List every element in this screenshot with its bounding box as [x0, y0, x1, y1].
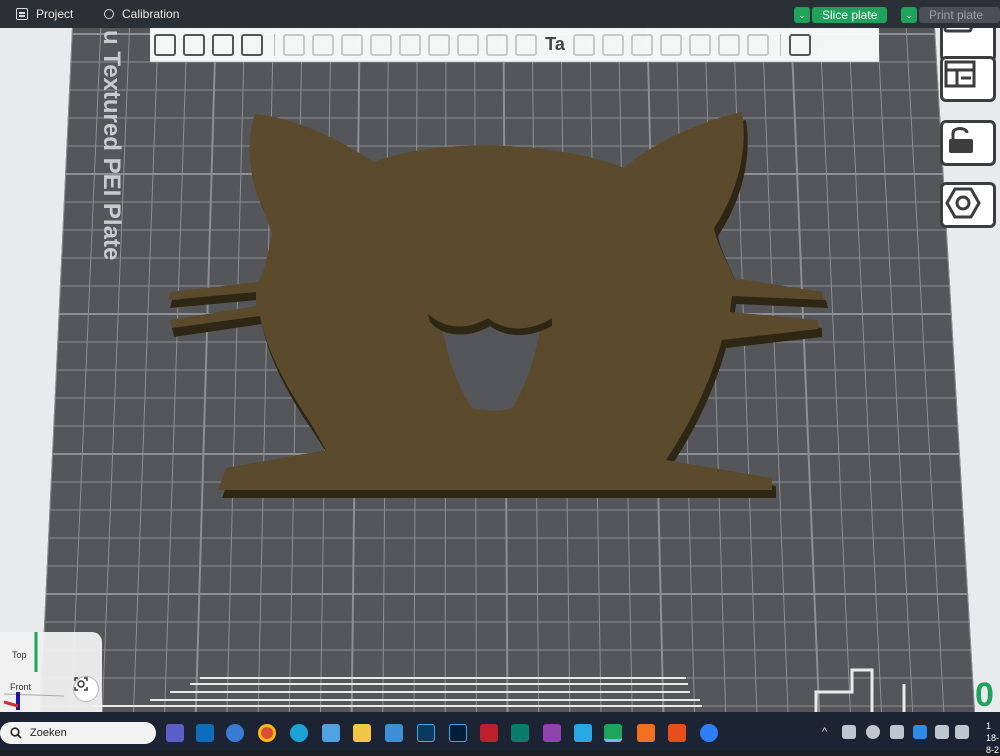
measure-icon[interactable]	[573, 33, 595, 56]
arrange-icon[interactable]	[241, 33, 263, 56]
windows-taskbar: Zoeken ^ 1 18-8-2	[0, 712, 1000, 755]
plate-label: u Textured PEI Plate	[98, 30, 125, 260]
layout-icon	[944, 60, 976, 88]
add-cube-icon[interactable]	[154, 33, 176, 56]
dropbox-icon[interactable]	[913, 725, 927, 739]
zoom-fit-icon	[74, 677, 88, 691]
lock-button[interactable]	[940, 120, 996, 166]
affinity-icon[interactable]	[543, 724, 561, 742]
layer-value: 0	[975, 676, 994, 712]
app-icon[interactable]	[700, 724, 718, 742]
brim-ears-icon[interactable]	[718, 33, 740, 56]
view-top-label: Top	[12, 650, 27, 660]
color-paint-icon[interactable]	[747, 33, 769, 56]
date-text: 18-8-2	[986, 733, 1000, 755]
split-icon[interactable]	[283, 33, 305, 56]
bambu-studio-icon[interactable]	[604, 724, 622, 742]
move-icon[interactable]	[312, 33, 334, 56]
slice-dropdown-button[interactable]: ⌄	[794, 7, 810, 23]
tab-calibration-label: Calibration	[122, 7, 180, 21]
app-icon[interactable]	[890, 725, 904, 739]
tab-project[interactable]: Project	[16, 7, 73, 21]
variable-layer-icon[interactable]	[631, 33, 653, 56]
toolbar-separator	[274, 33, 275, 56]
print-plate-button[interactable]: Print plate	[919, 7, 1000, 23]
hexagon-icon	[945, 187, 981, 219]
object-toolbar: Ta	[150, 28, 879, 62]
3d-viewport[interactable]: u Textured PEI Plate Ta Top Front 0	[0, 28, 1000, 712]
scale-icon[interactable]	[370, 33, 392, 56]
outlook-icon[interactable]	[196, 724, 214, 742]
calculator-icon[interactable]	[385, 724, 403, 742]
support-paint-icon[interactable]	[486, 33, 508, 56]
text-icon[interactable]: Ta	[544, 34, 566, 56]
assembly-icon[interactable]	[602, 33, 624, 56]
taskbar-clock[interactable]: 1 18-8-2	[986, 720, 1000, 756]
layout-button[interactable]	[940, 56, 996, 102]
emboss-icon[interactable]	[689, 33, 711, 56]
slice-plate-button[interactable]: Slice plate	[812, 7, 888, 23]
edge-icon[interactable]	[290, 724, 308, 742]
search-icon	[10, 727, 22, 739]
file-explorer-icon[interactable]	[353, 724, 371, 742]
fuzzy-skin-icon[interactable]	[660, 33, 682, 56]
app-icon[interactable]	[417, 724, 435, 742]
view-layout-icon[interactable]	[789, 33, 811, 56]
chevron-down-icon: ⌄	[905, 10, 913, 20]
lay-on-face-icon[interactable]	[399, 33, 421, 56]
app-icon[interactable]	[574, 724, 592, 742]
tab-calibration[interactable]: Calibration	[104, 7, 179, 21]
volume-icon[interactable]	[955, 725, 969, 739]
time-text: 1	[986, 721, 992, 731]
view-front-label: Front	[10, 682, 32, 692]
hexagon-tool-button[interactable]	[940, 182, 996, 228]
teams-icon[interactable]	[166, 724, 184, 742]
filezilla-icon[interactable]	[480, 724, 498, 742]
unlock-icon	[949, 127, 973, 153]
network-icon[interactable]	[935, 725, 949, 739]
seam-paint-icon[interactable]	[515, 33, 537, 56]
app-icon[interactable]	[637, 724, 655, 742]
chevron-up-icon[interactable]: ^	[822, 726, 827, 738]
remote-desktop-icon[interactable]	[322, 724, 340, 742]
mesh-boolean-icon[interactable]	[457, 33, 479, 56]
photoshop-icon[interactable]	[449, 724, 467, 742]
top-menu-bar: Project Calibration ⌄ Slice plate ⌄ Prin…	[0, 0, 1000, 28]
chevron-down-icon: ⌄	[798, 10, 806, 20]
auto-orient-icon[interactable]	[212, 33, 234, 56]
app-icon[interactable]	[668, 724, 686, 742]
zoom-to-fit-button[interactable]	[73, 676, 99, 702]
print-dropdown-button[interactable]: ⌄	[901, 7, 917, 23]
add-plate-icon[interactable]	[183, 33, 205, 56]
cut-icon[interactable]	[428, 33, 450, 56]
toolbar-separator	[780, 33, 781, 56]
build-plate-scene: u Textured PEI Plate	[40, 28, 975, 712]
tab-project-label: Project	[36, 7, 74, 21]
taskbar-search[interactable]: Zoeken	[0, 722, 156, 744]
rotate-icon[interactable]	[341, 33, 363, 56]
project-icon	[16, 8, 28, 20]
app-icon[interactable]	[226, 724, 244, 742]
search-label: Zoeken	[30, 727, 67, 739]
app-icon[interactable]	[866, 725, 880, 739]
app-icon[interactable]	[511, 724, 529, 742]
list-icon	[943, 28, 973, 33]
chrome-icon[interactable]	[258, 724, 276, 742]
steam-icon[interactable]	[842, 725, 856, 739]
gear-icon	[104, 9, 114, 19]
